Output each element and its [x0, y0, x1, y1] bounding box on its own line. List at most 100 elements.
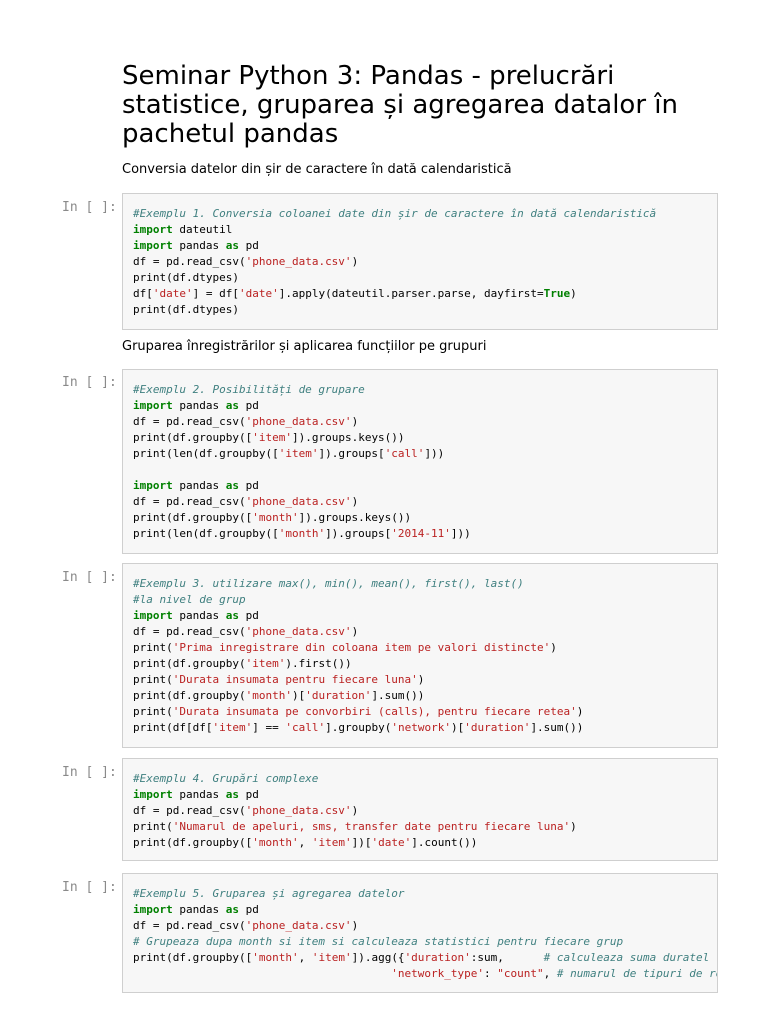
- code-line: print(df.groupby(['month', 'item']).agg(…: [133, 950, 717, 966]
- code-cell-3[interactable]: #Exemplu 3. utilizare max(), min(), mean…: [122, 563, 718, 748]
- code-token: #Exemplu 3. utilizare max(), min(), mean…: [133, 577, 524, 590]
- code-line: #Exemplu 4. Grupări complexe: [133, 771, 717, 787]
- code-token: ].apply(dateutil.parser.parse, dayfirst=: [278, 287, 544, 300]
- code-line: #Exemplu 5. Gruparea și agregarea datelo…: [133, 886, 717, 902]
- code-cell-2[interactable]: #Exemplu 2. Posibilități de grupare impor…: [122, 369, 718, 554]
- code-token: 'item': [212, 721, 253, 734]
- code-token: 'Durata insumata pentru fiecare luna': [172, 673, 418, 686]
- code-token: ])): [450, 527, 471, 540]
- code-token: print(len(df.groupby([: [133, 527, 279, 540]
- code-cell-5[interactable]: #Exemplu 5. Gruparea și agregarea datelo…: [122, 873, 718, 993]
- code-line: print(df.groupby(['month']).groups.keys(…: [133, 510, 717, 526]
- code-cell-4[interactable]: #Exemplu 4. Grupări complexe import panda…: [122, 758, 718, 861]
- code-token: 'phone_data.csv': [245, 415, 352, 428]
- code-token: print(df.groupby([: [133, 836, 253, 849]
- code-token: #Exemplu 2. Posibilități de grupare: [133, 383, 365, 396]
- code-token: #Exemplu 4. Grupări complexe: [133, 772, 319, 785]
- code-token: # numarul de tipuri de re: [556, 967, 718, 980]
- code-token: as: [225, 788, 239, 801]
- code-line: df = pd.read_csv('phone_data.csv'): [133, 494, 717, 510]
- cell-prompt: In [ ]:: [62, 200, 117, 215]
- code-token: 'call': [384, 447, 425, 460]
- code-token: ]).groups.keys()): [298, 511, 412, 524]
- code-line: print(df.groupby('month')['duration'].su…: [133, 688, 717, 704]
- code-cell-2-source[interactable]: #Exemplu 2. Posibilități de grupare impor…: [123, 370, 717, 542]
- code-token: pd: [238, 903, 259, 916]
- code-line: print('Prima inregistrare din coloana it…: [133, 640, 717, 656]
- code-token: # calculeaza suma duratel: [543, 951, 710, 964]
- code-token: 'month': [245, 689, 292, 702]
- code-line: print(df.groupby('item').first()): [133, 656, 717, 672]
- notebook-title: Seminar Python 3: Pandas - prelucrări st…: [122, 61, 678, 149]
- code-token: print(df.groupby([: [133, 951, 253, 964]
- code-line: print('Numarul de apeluri, sms, transfer…: [133, 819, 717, 835]
- code-token: df[: [133, 287, 153, 300]
- code-token: 'call': [285, 721, 326, 734]
- code-token: 'phone_data.csv': [245, 495, 352, 508]
- code-token: 'duration': [404, 951, 471, 964]
- code-line: print(len(df.groupby(['month']).groups['…: [133, 526, 717, 542]
- code-token: df = pd.read_csv(: [133, 625, 246, 638]
- code-token: 'phone_data.csv': [245, 255, 352, 268]
- code-token: 'phone_data.csv': [245, 804, 352, 817]
- code-line: #Exemplu 2. Posibilități de grupare: [133, 382, 717, 398]
- code-cell-5-source[interactable]: #Exemplu 5. Gruparea și agregarea datelo…: [123, 874, 717, 982]
- code-token: pandas: [172, 399, 226, 412]
- code-token: pd: [238, 239, 259, 252]
- code-token: True: [543, 287, 571, 300]
- code-line: import pandas as pd: [133, 238, 717, 254]
- code-line: #Exemplu 1. Conversia coloanei date din …: [133, 206, 717, 222]
- code-token: 'Numarul de apeluri, sms, transfer date …: [172, 820, 571, 833]
- code-token: ): [417, 673, 425, 686]
- code-token: 'date': [238, 287, 279, 300]
- code-cell-1[interactable]: #Exemplu 1. Conversia coloanei date din …: [122, 193, 718, 330]
- code-token: pandas: [172, 609, 226, 622]
- code-line: df['date'] = df['date'].apply(dateutil.p…: [133, 286, 717, 302]
- code-token: as: [225, 239, 239, 252]
- code-cell-3-source[interactable]: #Exemplu 3. utilizare max(), min(), mean…: [123, 564, 717, 736]
- code-token: print(len(df.groupby([: [133, 447, 279, 460]
- code-cell-1-source[interactable]: #Exemplu 1. Conversia coloanei date din …: [123, 194, 717, 318]
- code-line: print(df.dtypes): [133, 302, 717, 318]
- code-cell-4-source[interactable]: #Exemplu 4. Grupări complexe import panda…: [123, 759, 717, 851]
- code-token: ): [570, 287, 577, 300]
- code-token: 'month': [278, 527, 326, 540]
- code-token: print(: [133, 820, 173, 833]
- code-token: ): [570, 820, 577, 833]
- code-token: dateutil: [172, 223, 233, 236]
- code-token: print(: [133, 641, 173, 654]
- code-token: print(df.groupby(: [133, 657, 246, 670]
- code-token: df = pd.read_csv(: [133, 255, 246, 268]
- code-token: ): [351, 495, 359, 508]
- code-line: import pandas as pd: [133, 902, 717, 918]
- code-token: print(df.groupby([: [133, 511, 253, 524]
- code-token: :: [484, 967, 498, 980]
- code-token: df = pd.read_csv(: [133, 415, 246, 428]
- code-token: 'phone_data.csv': [245, 625, 352, 638]
- code-token: as: [225, 479, 239, 492]
- code-line: #Exemplu 3. utilizare max(), min(), mean…: [133, 576, 717, 592]
- markdown-conversion-intro: Conversia datelor din șir de caractere î…: [122, 162, 512, 177]
- code-token: pandas: [172, 239, 226, 252]
- code-token: ): [550, 641, 557, 654]
- code-token: pd: [238, 399, 259, 412]
- code-token: import: [133, 903, 173, 916]
- code-line: print(len(df.groupby(['item']).groups['c…: [133, 446, 717, 462]
- code-token: 'date': [152, 287, 193, 300]
- code-line: import pandas as pd: [133, 478, 717, 494]
- code-line: print(df.dtypes): [133, 270, 717, 286]
- code-token: ,: [298, 951, 312, 964]
- code-line: import pandas as pd: [133, 787, 717, 803]
- code-token: pd: [238, 609, 259, 622]
- code-token: 'network_type': [391, 967, 484, 980]
- cell-prompt: In [ ]:: [62, 765, 117, 780]
- code-token: ): [576, 705, 584, 718]
- code-line: df = pd.read_csv('phone_data.csv'): [133, 624, 717, 640]
- code-token: ].count()): [411, 836, 478, 849]
- code-token: ).first()): [285, 657, 352, 670]
- code-token: 'Durata insumata pe convorbiri (calls), …: [172, 705, 577, 718]
- code-token: as: [225, 399, 239, 412]
- code-token: 'item': [311, 951, 352, 964]
